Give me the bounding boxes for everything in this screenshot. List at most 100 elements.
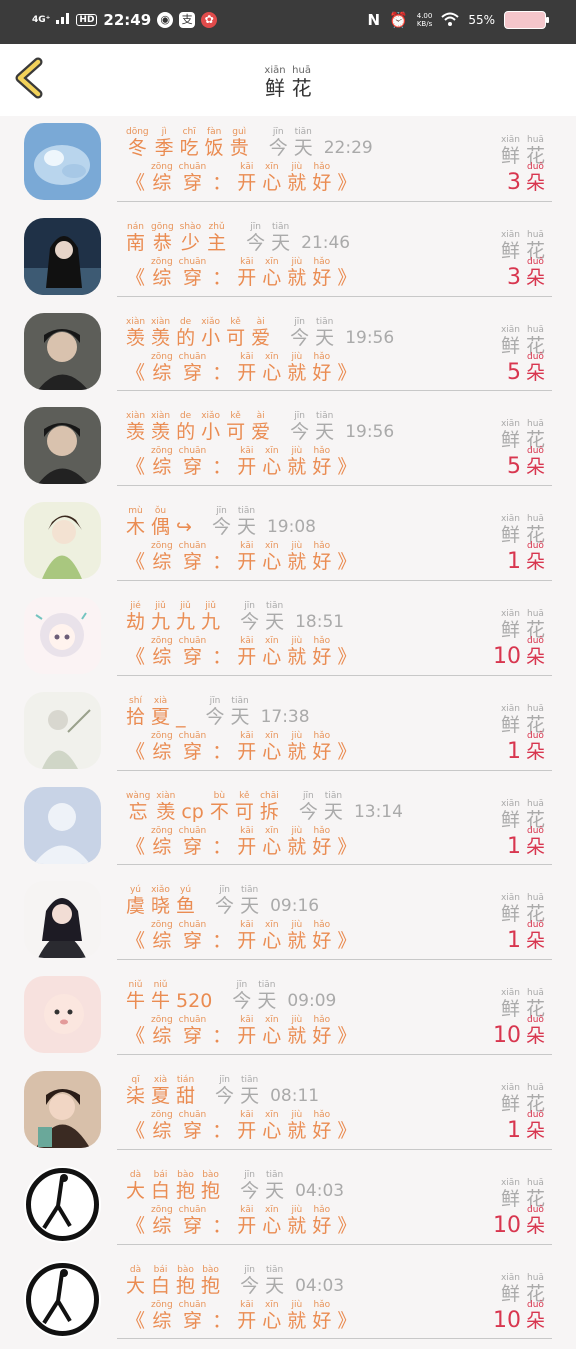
gift-unit: duǒ 朵: [523, 1300, 548, 1332]
list-item[interactable]: jié 劫 jiǔ 九 jiǔ 九 jiǔ 九 jīn 今 tiān 天 18:51 《 zōng 综 chu…: [0, 591, 576, 686]
pinyin: hǎo: [313, 1015, 331, 1026]
hanzi: 花: [291, 76, 312, 100]
hanzi: ：: [212, 1025, 232, 1048]
hanzi: 好: [312, 1025, 332, 1048]
pinyin: zōng: [151, 635, 173, 646]
avatar[interactable]: [24, 502, 101, 580]
pinyin: [134, 826, 137, 836]
pinyin: zōng: [151, 920, 173, 931]
pinyin: kāi: [240, 920, 254, 931]
hanzi: 开: [237, 740, 257, 763]
ruby-char: shí 拾: [126, 696, 145, 728]
pinyin: dà: [129, 1264, 142, 1275]
hanzi: 今: [268, 137, 288, 159]
book-title-text: 《 zōng 综 chuān 穿 ： kāi 开 xīn 心 jiù 就 hǎo 好 》: [123, 826, 359, 858]
avatar[interactable]: [24, 123, 101, 200]
list-item[interactable]: dà 大 bái 白 bào 抱 bào 抱 jīn 今 tiān 天 04:03 《 zōng 综 chuā…: [0, 1160, 576, 1255]
hanzi: 羡: [156, 800, 176, 823]
hanzi: 今: [240, 1179, 260, 1202]
ruby-char: bào 抱: [201, 1265, 220, 1297]
pinyin: chuān: [178, 825, 207, 836]
ruby-char: zōng 综: [151, 446, 173, 478]
hanzi: 开: [237, 172, 257, 194]
hanzi: 心: [262, 1025, 282, 1048]
ruby-char: gōng 恭: [151, 222, 174, 254]
list-item[interactable]: xiàn 羡 xiàn 羡 de 的 xiǎo 小 kě 可 ài 爱 jīn 今 tiān 天 19:56 《…: [0, 401, 576, 496]
ruby-char: bù 不: [210, 791, 229, 823]
ruby-char: duǒ 朵: [526, 920, 545, 952]
pinyin: bái: [153, 1169, 168, 1180]
avatar[interactable]: [24, 312, 101, 390]
list-item[interactable]: niǔ 牛 niǔ 牛 520 jīn 今 tiān 天 09:09 《 zōng 综 chuān 穿 …: [0, 970, 576, 1065]
signal-icon: 4G⁺: [32, 14, 51, 25]
sender-name-line: niǔ 牛 niǔ 牛 520 jīn 今 tiān 天 09:09: [123, 980, 336, 1012]
pinyin: tiān: [258, 980, 276, 991]
pinyin: chuān: [178, 1204, 207, 1215]
time-value: 04:03: [295, 1275, 345, 1296]
pinyin: jiù: [291, 256, 303, 267]
avatar[interactable]: [24, 1070, 101, 1148]
book-title: 《 zōng 综 chuān 穿 ： kāi 开 xīn 心 jiù 就 hǎo 好 》: [123, 636, 359, 668]
hanzi: ：: [212, 835, 232, 858]
avatar[interactable]: [24, 1165, 101, 1243]
avatar[interactable]: [24, 407, 101, 485]
hanzi: 抱: [201, 1274, 221, 1297]
ruby-char: duǒ 朵: [526, 826, 545, 858]
pinyin: [134, 731, 137, 741]
avatar[interactable]: [24, 786, 101, 864]
hanzi: 综: [152, 361, 172, 384]
hanzi: 心: [262, 645, 282, 668]
ruby-char: zōng 综: [151, 257, 173, 289]
list-item[interactable]: qī 柒 xià 夏 tián 甜 jīn 今 tiān 天 08:11 《 zōng 综 chuān 穿 …: [0, 1065, 576, 1160]
ruby-char: jiù 就: [287, 1110, 306, 1142]
list-item[interactable]: xiàn 羡 xiàn 羡 de 的 xiǎo 小 kě 可 ài 爱 jīn 今 tiān 天 19:56 《…: [0, 307, 576, 402]
hanzi: 今: [232, 990, 252, 1013]
pinyin: chuān: [178, 1015, 207, 1026]
hanzi: 开: [237, 1025, 257, 1048]
divider: [117, 200, 552, 202]
list-item[interactable]: mù 木 ǒu 偶 ↪ jīn 今 tiān 天 19:08 《 zōng 综 chuān 穿 ： kāi…: [0, 496, 576, 591]
pinyin: [220, 1205, 223, 1215]
list-item[interactable]: dōng 冬 jì 季 chī 吃 fàn 饭 guì 贵 jīn 今 tiān 天 22:29 《 zōng…: [0, 117, 576, 212]
ruby-char: chuān 穿: [179, 1110, 207, 1142]
ruby-char: 《: [126, 826, 145, 858]
pinyin: xīn: [265, 825, 279, 836]
ruby-char: jiù 就: [287, 352, 306, 384]
list-item[interactable]: yú 虞 xiǎo 晓 yú 鱼 jīn 今 tiān 天 09:16 《 zōng 综 chuān 穿 ：…: [0, 875, 576, 970]
ruby-char: xiàn 羡: [151, 317, 170, 349]
list-item[interactable]: shí 拾 xià 夏 _ jīn 今 tiān 天 17:38 《 zōng 综 chuān 穿 ： k…: [0, 686, 576, 781]
hanzi: 的: [176, 421, 196, 444]
hanzi: 综: [152, 172, 172, 194]
ruby-char: jié 劫: [126, 601, 145, 633]
ruby-char: xiàn 羡: [126, 317, 145, 349]
hanzi: 《: [126, 361, 146, 384]
avatar[interactable]: [24, 596, 101, 674]
hanzi: 就: [287, 645, 307, 668]
ruby-char: duǒ 朵: [526, 1110, 545, 1142]
gift-count: 3 duǒ 朵: [507, 162, 548, 194]
pinyin: hǎo: [313, 920, 331, 931]
ruby-char: ：: [212, 731, 231, 763]
hanzi: 穿: [182, 1309, 202, 1332]
hanzi: 就: [287, 835, 307, 858]
avatar[interactable]: [24, 217, 101, 295]
divider: [117, 1053, 552, 1055]
ruby-char: dà 大: [126, 1170, 145, 1202]
hanzi: 小: [201, 326, 221, 349]
gift-count: 3 duǒ 朵: [507, 257, 548, 289]
ruby-char: xīn 心: [262, 1205, 281, 1237]
avatar[interactable]: [24, 976, 101, 1054]
list-item[interactable]: nán 南 gōng 恭 shào 少 zhǔ 主 jīn 今 tiān 天 21:46 《 zōng 综 c…: [0, 212, 576, 307]
list-item[interactable]: wàng 忘 xiàn 羡 cp bù 不 kě 可 chāi 拆 jīn 今 tiān 天 13:14 《…: [0, 781, 576, 876]
pinyin: kě: [230, 316, 241, 327]
book-title-text: 《 zōng 综 chuān 穿 ： kāi 开 xīn 心 jiù 就 hǎo 好 》: [123, 920, 359, 952]
avatar[interactable]: [24, 1260, 101, 1338]
ruby-char: zōng 综: [151, 1205, 173, 1237]
avatar[interactable]: [24, 881, 101, 959]
ruby-char: kě 可: [235, 791, 254, 823]
list-item[interactable]: dà 大 bái 白 bào 抱 bào 抱 jīn 今 tiān 天 04:03 《 zōng 综 chuā…: [0, 1255, 576, 1349]
avatar[interactable]: [24, 691, 101, 769]
hanzi: 》: [337, 1025, 357, 1048]
hanzi: 《: [126, 1025, 146, 1048]
ruby-char: duǒ 朵: [526, 446, 545, 478]
